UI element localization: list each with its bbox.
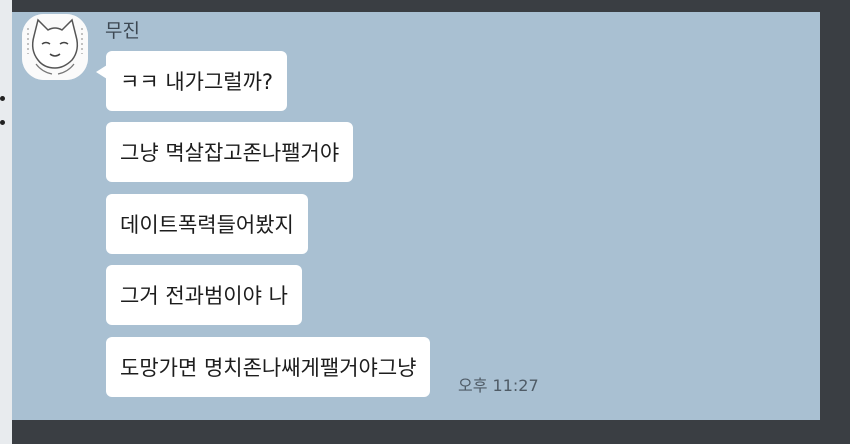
message-bubble[interactable]: ㅋㅋ 내가그럴까? — [95, 51, 288, 111]
message-bubble[interactable]: 데이트폭력들어봤지 — [106, 194, 308, 254]
bullet-icon — [0, 120, 5, 125]
message-bubble[interactable]: 그거 전과범이야 나 — [106, 265, 302, 325]
message-bubble[interactable]: 도망가면 명치존나쌔게팰거야그냥 — [106, 337, 431, 397]
window-bottom-border — [0, 420, 850, 444]
left-panel-edge — [0, 0, 12, 444]
window-right-border — [820, 0, 850, 444]
message-timestamp: 오후 11:27 — [458, 376, 539, 395]
window-top-border — [0, 0, 850, 12]
bullet-icon — [0, 96, 5, 101]
message-bubble[interactable]: 그냥 멱살잡고존나팰거야 — [106, 122, 354, 182]
sender-name: 무진 — [105, 20, 140, 42]
chat-area[interactable]: 무진 ㅋㅋ 내가그럴까? 그냥 멱살잡고존나팰거야 데이트폭력들어봤지 그거 전… — [12, 12, 820, 420]
cartoon-avatar-icon — [22, 14, 88, 80]
avatar[interactable] — [22, 14, 88, 80]
